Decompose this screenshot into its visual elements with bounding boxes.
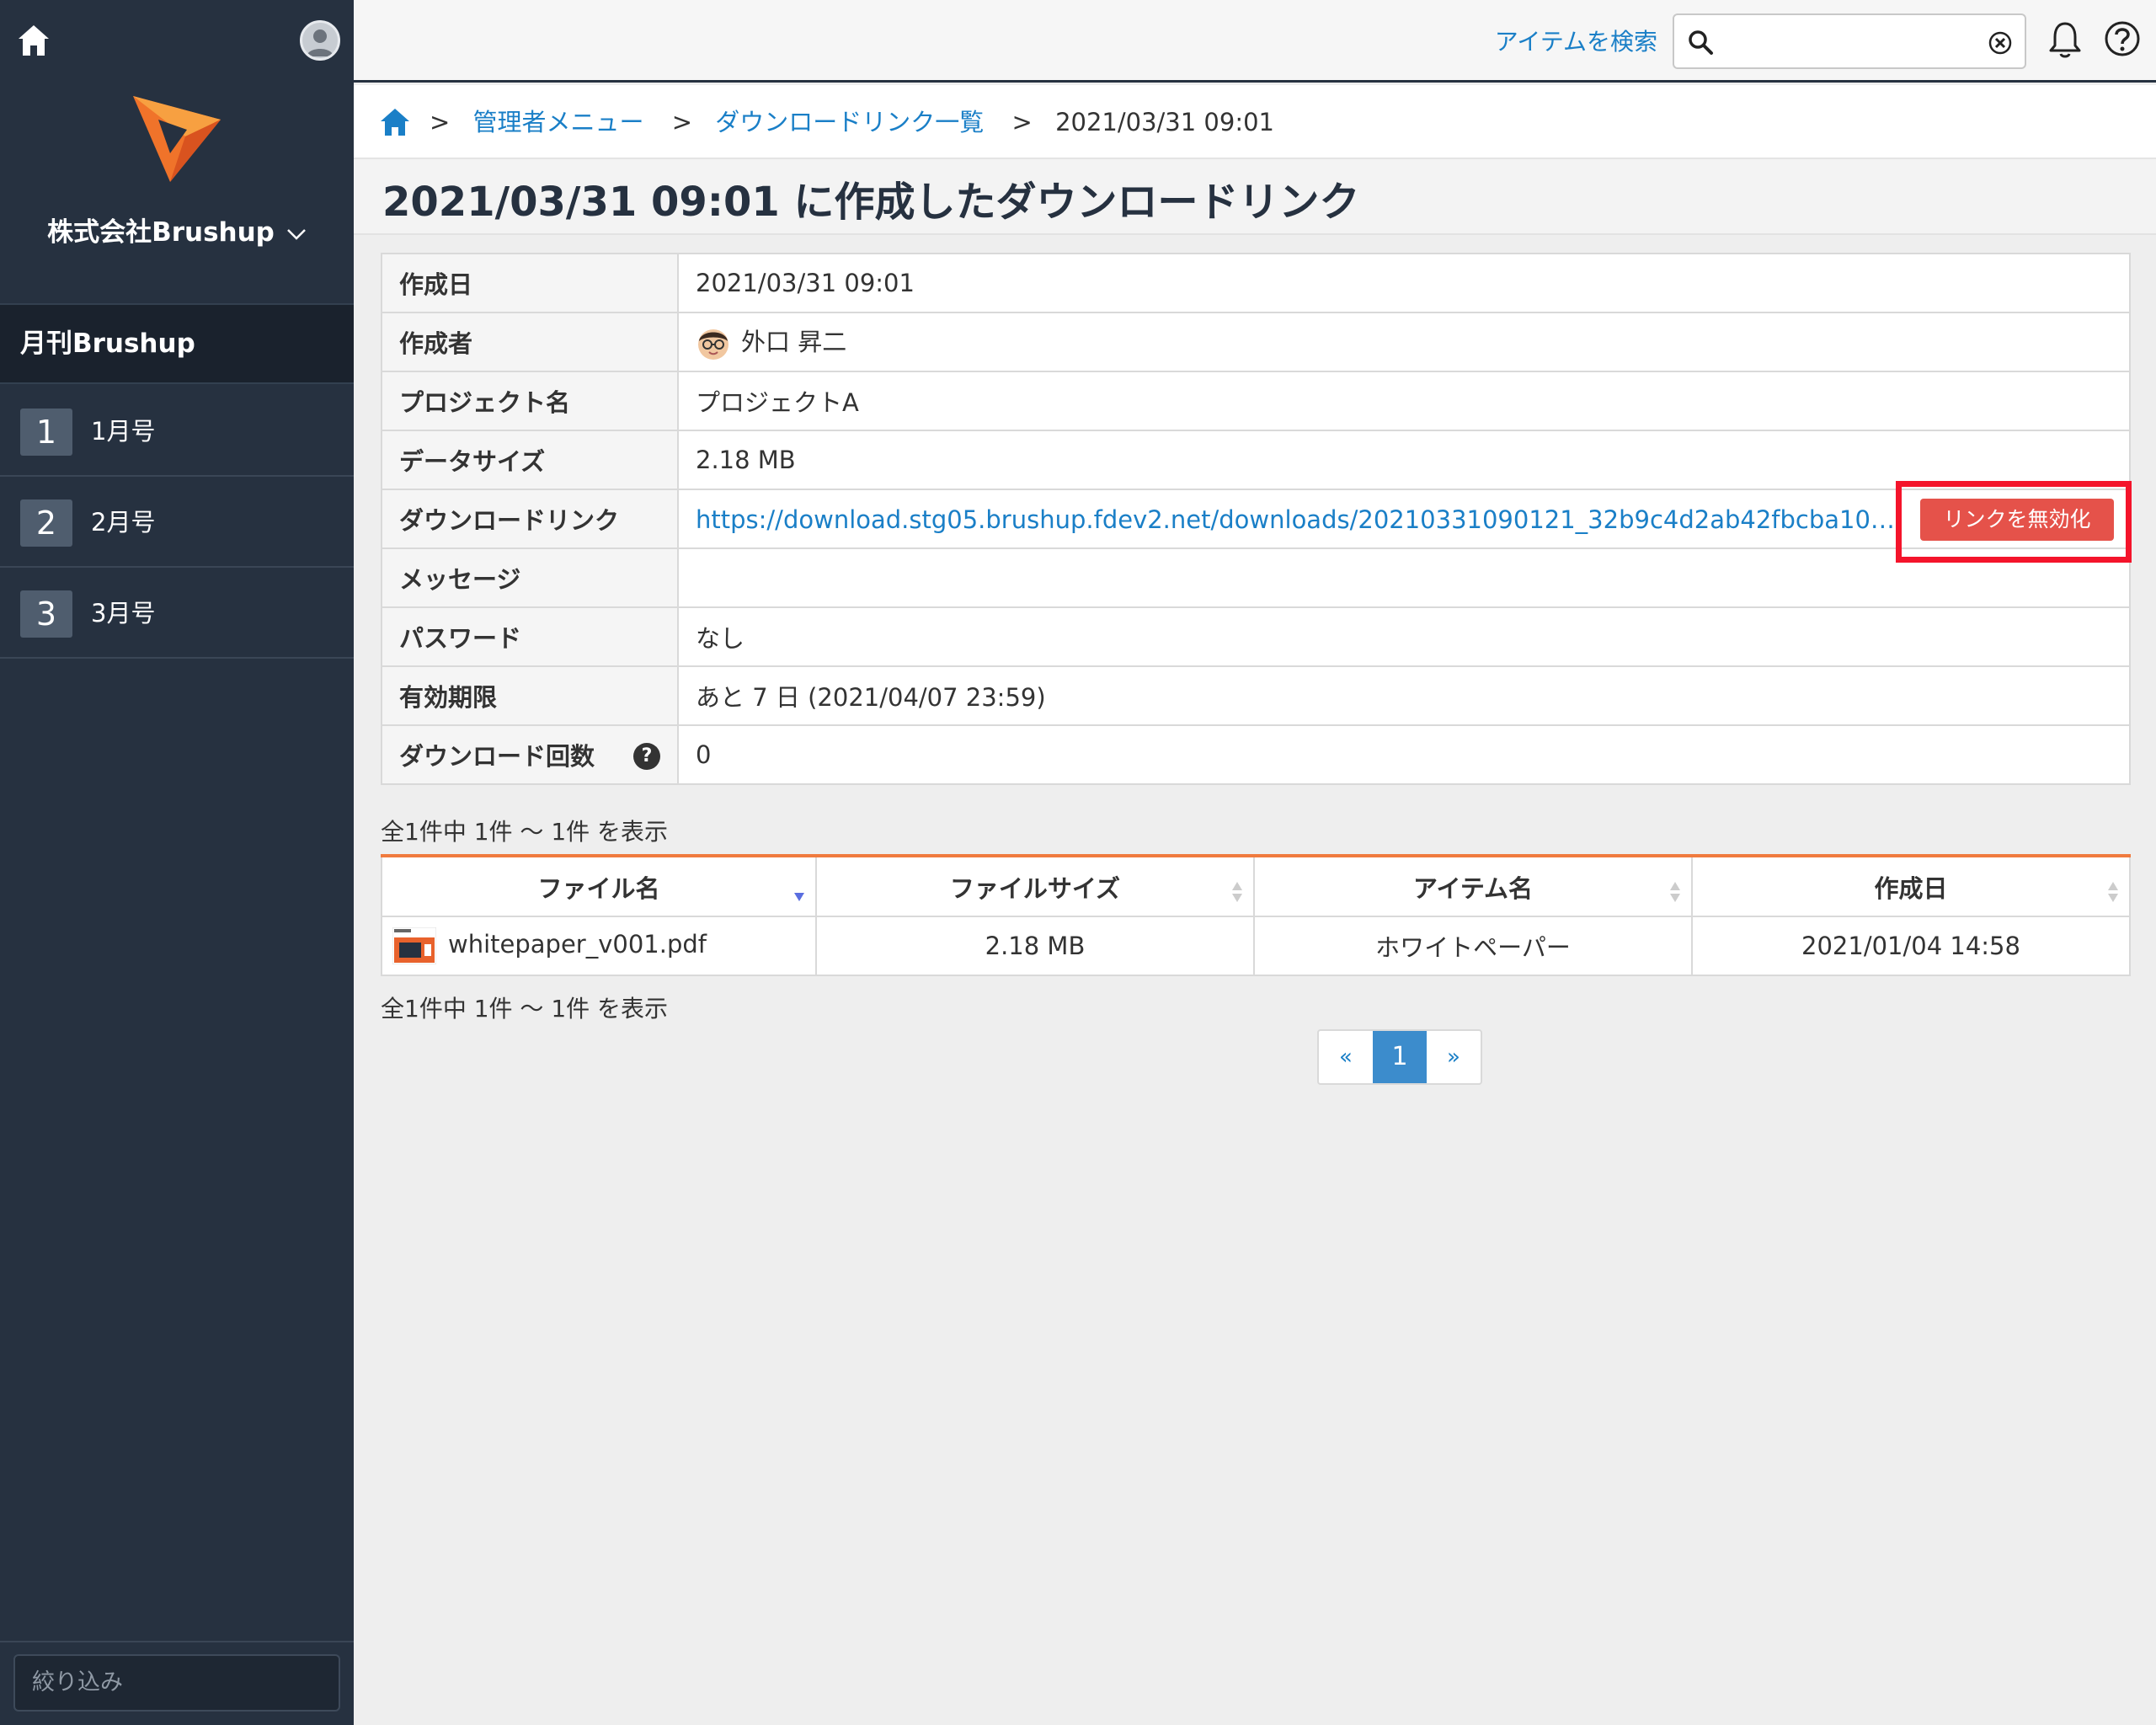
home-icon[interactable]	[379, 107, 411, 137]
company-switcher[interactable]: 株式会社Brushup	[0, 211, 354, 248]
detail-row: 作成者 外口 昇二	[381, 312, 2131, 372]
breadcrumb: > 管理者メニュー > ダウンロードリンク一覧 > 2021/03/31 09:…	[354, 85, 2156, 159]
detail-row: 有効期限 あと 7 日 (2021/04/07 23:59)	[381, 665, 2131, 726]
breadcrumb-separator: >	[671, 108, 693, 136]
detail-row: パスワード なし	[381, 606, 2131, 667]
sort-desc-icon	[794, 893, 804, 901]
chevron-down-icon	[287, 228, 306, 240]
detail-label: プロジェクト名	[381, 371, 679, 431]
detail-label: データサイズ	[381, 430, 679, 490]
files-table: ファイル名 ファイルサイズ アイテム名 作成日 whitepaper_v001.…	[381, 854, 2131, 976]
download-count-label-cell: ダウンロード回数 ?	[381, 724, 679, 785]
result-count: 全1件中 1件 〜 1件 を表示	[381, 995, 669, 1023]
detail-row: データサイズ 2.18 MB	[381, 430, 2131, 490]
item-search-link[interactable]: アイテムを検索	[1495, 24, 1657, 57]
sidebar: 株式会社Brushup 月刊Brushup 1 1月号 2 2月号 3 3月号 …	[0, 0, 354, 1725]
home-icon[interactable]	[15, 22, 52, 59]
column-header-label: 作成日	[1874, 873, 1948, 903]
breadcrumb-download-links[interactable]: ダウンロードリンク一覧	[715, 108, 984, 136]
table-header-row: ファイル名 ファイルサイズ アイテム名 作成日	[381, 856, 2131, 917]
detail-label: 作成日	[381, 253, 679, 313]
search-input[interactable]	[1673, 13, 2026, 69]
detail-value: なし	[677, 606, 2131, 667]
sidebar-item-mar[interactable]: 3 3月号	[0, 568, 354, 659]
detail-label: パスワード	[381, 606, 679, 667]
file-name[interactable]: whitepaper_v001.pdf	[448, 930, 707, 959]
clear-icon[interactable]	[1988, 30, 2013, 56]
file-name-cell: whitepaper_v001.pdf	[381, 916, 817, 976]
column-header-label: ファイルサイズ	[949, 873, 1121, 903]
download-link[interactable]: https://download.stg05.brushup.fdev2.net…	[696, 505, 1896, 534]
filter-input[interactable]: 絞り込み	[13, 1654, 340, 1712]
creator-cell: 外口 昇二	[677, 312, 2131, 372]
detail-value: あと 7 日 (2021/04/07 23:59)	[677, 665, 2131, 726]
table-row[interactable]: whitepaper_v001.pdf 2.18 MB ホワイトペーパー 202…	[381, 916, 2131, 976]
page-title: 2021/03/31 09:01 に作成したダウンロードリンク	[382, 179, 1360, 226]
detail-row: ダウンロードリンク https://download.stg05.brushup…	[381, 489, 2131, 549]
breadcrumb-admin-menu[interactable]: 管理者メニュー	[473, 108, 644, 136]
detail-label: 作成者	[381, 312, 679, 372]
detail-label: ダウンロード回数	[399, 742, 595, 771]
detail-label: 有効期限	[381, 665, 679, 726]
detail-row: ダウンロード回数 ? 0	[381, 724, 2131, 785]
result-count: 全1件中 1件 〜 1件 を表示	[381, 818, 669, 846]
sidebar-item-jan[interactable]: 1 1月号	[0, 386, 354, 477]
company-name: 株式会社Brushup	[47, 217, 275, 248]
detail-value: プロジェクトA	[677, 371, 2131, 431]
column-header-created[interactable]: 作成日	[1691, 856, 2131, 917]
sort-icon	[2108, 882, 2118, 902]
detail-row: プロジェクト名 プロジェクトA	[381, 371, 2131, 431]
column-header-itemname[interactable]: アイテム名	[1253, 856, 1693, 917]
creator-name: 外口 昇二	[741, 328, 847, 356]
sort-icon	[1670, 882, 1680, 902]
file-created-date: 2021/01/04 14:58	[1691, 916, 2131, 976]
sidebar-item-feb[interactable]: 2 2月号	[0, 477, 354, 568]
project-name[interactable]: 月刊Brushup	[0, 303, 354, 384]
top-bar: アイテムを検索	[354, 0, 2156, 83]
breadcrumb-separator: >	[1011, 108, 1033, 136]
download-link-details: 作成日 2021/03/31 09:01 作成者 外口 昇二 プロジェクト名 プ…	[381, 253, 2131, 785]
file-thumbnail	[392, 927, 436, 964]
sidebar-item-label: 2月号	[91, 508, 156, 537]
pagination-page[interactable]: 1	[1373, 1031, 1427, 1083]
detail-row: メッセージ	[381, 547, 2131, 608]
bell-icon[interactable]	[2047, 20, 2084, 59]
search-icon	[1689, 30, 1713, 55]
creator-avatar-icon	[698, 329, 728, 360]
column-header-label: ファイル名	[537, 873, 660, 903]
column-header-label: アイテム名	[1412, 873, 1534, 903]
detail-row: 作成日 2021/03/31 09:01	[381, 253, 2131, 313]
sidebar-item-label: 1月号	[91, 417, 156, 446]
issue-number: 2	[20, 499, 72, 547]
pagination: « 1 »	[1317, 1029, 1482, 1085]
breadcrumb-current: 2021/03/31 09:01	[1055, 108, 1275, 136]
brushup-logo	[133, 96, 221, 182]
highlight-box	[1896, 481, 2132, 563]
user-avatar-icon[interactable]	[300, 20, 340, 61]
column-header-filename[interactable]: ファイル名	[381, 856, 817, 917]
item-name: ホワイトペーパー	[1253, 916, 1693, 976]
issue-number: 1	[20, 409, 72, 456]
issue-number: 3	[20, 590, 72, 638]
breadcrumb-separator: >	[430, 108, 451, 136]
column-header-filesize[interactable]: ファイルサイズ	[815, 856, 1255, 917]
sort-icon	[1232, 882, 1242, 902]
question-icon[interactable]: ?	[633, 743, 660, 770]
detail-value: 2021/03/31 09:01	[677, 253, 2131, 313]
detail-label: メッセージ	[381, 547, 679, 608]
detail-value: 0	[677, 724, 2131, 785]
pagination-prev[interactable]: «	[1319, 1031, 1373, 1083]
detail-label: ダウンロードリンク	[381, 489, 679, 549]
sidebar-item-label: 3月号	[91, 599, 156, 628]
help-icon[interactable]	[2104, 20, 2141, 57]
pagination-next[interactable]: »	[1427, 1031, 1481, 1083]
file-size: 2.18 MB	[815, 916, 1255, 976]
